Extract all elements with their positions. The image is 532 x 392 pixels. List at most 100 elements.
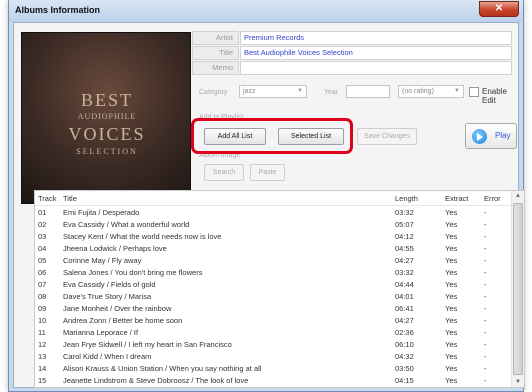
track-title: Jheena Lodwick / Perhaps love bbox=[63, 244, 167, 253]
track-extract: Yes bbox=[445, 232, 458, 241]
scroll-down-icon[interactable]: ▼ bbox=[515, 379, 521, 385]
play-icon bbox=[472, 129, 487, 144]
paste-image-button[interactable]: Paste bbox=[250, 164, 285, 181]
table-row[interactable]: 11 Marianna Leporace / If 02:36 Yes - bbox=[35, 327, 512, 339]
title-label: Title bbox=[192, 46, 239, 60]
track-number: 15 bbox=[38, 376, 47, 385]
track-title: Corinne May / Fly away bbox=[63, 256, 142, 265]
track-title: Eva Cassidy / Fields of gold bbox=[63, 280, 156, 289]
title-bar[interactable]: Albums Information ✕ bbox=[9, 0, 523, 22]
track-extract: Yes bbox=[445, 304, 458, 313]
table-row[interactable]: 09 Jane Monheit / Over the rainbow 06:41 Ye… bbox=[35, 303, 512, 315]
table-row[interactable]: 01 Emi Fujita / Desperado 03:32 Yes - bbox=[35, 207, 512, 219]
track-error: - bbox=[484, 316, 487, 325]
table-row[interactable]: 07 Eva Cassidy / Fields of gold 04:44 Yes - bbox=[35, 279, 512, 291]
track-length: 06:10 bbox=[395, 340, 414, 349]
track-error: - bbox=[484, 268, 487, 277]
close-button[interactable]: ✕ bbox=[479, 1, 519, 17]
table-row[interactable]: 06 Salena Jones / You don't bring me flow… bbox=[35, 267, 512, 279]
table-row[interactable]: 10 Andrea Zonn / Better be home soon 04:27… bbox=[35, 315, 512, 327]
track-number: 14 bbox=[38, 364, 47, 373]
track-error: - bbox=[484, 352, 487, 361]
track-error: - bbox=[484, 280, 487, 289]
track-extract: Yes bbox=[445, 292, 458, 301]
cover-text-2: AUDIOPHILE bbox=[77, 112, 137, 121]
track-error: - bbox=[484, 304, 487, 313]
table-row[interactable]: 08 Dave's True Story / Marisa 04:01 Yes - bbox=[35, 291, 512, 303]
table-row[interactable]: 12 Jean Frye Sidwell / I left my heart in… bbox=[35, 339, 512, 351]
track-number: 01 bbox=[38, 208, 47, 217]
track-title: Marianna Leporace / If bbox=[63, 328, 139, 337]
track-list-header: Track Title Length Extract Error bbox=[35, 191, 512, 206]
artist-label: Artist bbox=[192, 31, 239, 45]
vertical-scrollbar[interactable]: ▲ ▼ bbox=[511, 191, 524, 387]
track-length: 06:41 bbox=[395, 304, 414, 313]
track-title: Salena Jones / You don't bring me flower… bbox=[63, 268, 203, 277]
enable-edit-label: Enable Edit bbox=[482, 87, 507, 105]
track-title: Emi Fujita / Desperado bbox=[63, 208, 140, 217]
rating-value: (no rating) bbox=[402, 88, 434, 95]
track-number: 13 bbox=[38, 352, 47, 361]
artist-field[interactable]: Premium Records bbox=[240, 31, 512, 45]
cover-text-1: BEST bbox=[80, 90, 133, 110]
search-image-button[interactable]: Search bbox=[204, 164, 244, 181]
track-title: Carol Kidd / When I dream bbox=[63, 352, 152, 361]
table-row[interactable]: 13 Carol Kidd / When I dream 04:32 Yes - bbox=[35, 351, 512, 363]
track-title: Jeanette Lindstrom & Steve Dobroosz / Th… bbox=[63, 376, 249, 385]
table-row[interactable]: 05 Corinne May / Fly away 04:27 Yes - bbox=[35, 255, 512, 267]
track-number: 03 bbox=[38, 232, 47, 241]
track-error: - bbox=[484, 328, 487, 337]
table-row[interactable]: 02 Eva Cassidy / What a wonderful world 05… bbox=[35, 219, 512, 231]
track-error: - bbox=[484, 244, 487, 253]
table-row[interactable]: 03 Stacey Kent / What the world needs now… bbox=[35, 231, 512, 243]
memo-label: Memo bbox=[192, 61, 239, 75]
chevron-down-icon: ▼ bbox=[454, 88, 460, 94]
track-extract: Yes bbox=[445, 328, 458, 337]
title-row: Title Best Audiophile Voices Selection bbox=[192, 46, 512, 60]
cover-text-4: SELECTION bbox=[76, 147, 138, 156]
track-number: 12 bbox=[38, 340, 47, 349]
track-length: 04:12 bbox=[395, 232, 414, 241]
track-error: - bbox=[484, 340, 487, 349]
track-number: 11 bbox=[38, 328, 46, 337]
scroll-up-icon[interactable]: ▲ bbox=[515, 193, 521, 199]
track-error: - bbox=[484, 376, 487, 385]
header-length[interactable]: Length bbox=[395, 194, 418, 203]
track-extract: Yes bbox=[445, 280, 458, 289]
scrollbar-thumb[interactable] bbox=[513, 203, 523, 375]
header-extract[interactable]: Extract bbox=[445, 194, 468, 203]
track-extract: Yes bbox=[445, 340, 458, 349]
track-number: 07 bbox=[38, 280, 47, 289]
header-track[interactable]: Track bbox=[38, 194, 56, 203]
year-field[interactable] bbox=[346, 85, 390, 98]
memo-row: Memo bbox=[192, 61, 512, 75]
table-row[interactable]: 15 Jeanette Lindstrom & Steve Dobroosz / … bbox=[35, 375, 512, 387]
category-select[interactable]: jazz ▼ bbox=[239, 85, 307, 98]
track-error: - bbox=[484, 256, 487, 265]
table-row[interactable]: 14 Alison Krauss & Union Station / When y… bbox=[35, 363, 512, 375]
track-title: Eva Cassidy / What a wonderful world bbox=[63, 220, 190, 229]
window-title: Albums Information bbox=[15, 5, 100, 15]
track-error: - bbox=[484, 208, 487, 217]
header-title[interactable]: Title bbox=[63, 194, 77, 203]
track-extract: Yes bbox=[445, 244, 458, 253]
track-number: 06 bbox=[38, 268, 47, 277]
track-length: 05:07 bbox=[395, 220, 414, 229]
category-label: Category bbox=[199, 89, 228, 96]
title-field[interactable]: Best Audiophile Voices Selection bbox=[240, 46, 512, 60]
play-button[interactable]: Play bbox=[465, 123, 517, 149]
enable-edit-checkbox[interactable] bbox=[469, 87, 479, 97]
header-error[interactable]: Error bbox=[484, 194, 501, 203]
memo-field[interactable] bbox=[240, 61, 512, 75]
track-length: 04:32 bbox=[395, 352, 414, 361]
track-length: 04:01 bbox=[395, 292, 414, 301]
chevron-down-icon: ▼ bbox=[297, 88, 303, 94]
rating-select[interactable]: (no rating) ▼ bbox=[398, 85, 464, 98]
save-changes-button[interactable]: Save Changes bbox=[357, 128, 417, 145]
track-title: Jane Monheit / Over the rainbow bbox=[63, 304, 172, 313]
track-list[interactable]: Track Title Length Extract Error 01 Emi F… bbox=[34, 190, 525, 388]
track-length: 03:32 bbox=[395, 208, 414, 217]
table-row[interactable]: 04 Jheena Lodwick / Perhaps love 04:55 Yes - bbox=[35, 243, 512, 255]
track-error: - bbox=[484, 220, 487, 229]
track-length: 04:27 bbox=[395, 256, 414, 265]
